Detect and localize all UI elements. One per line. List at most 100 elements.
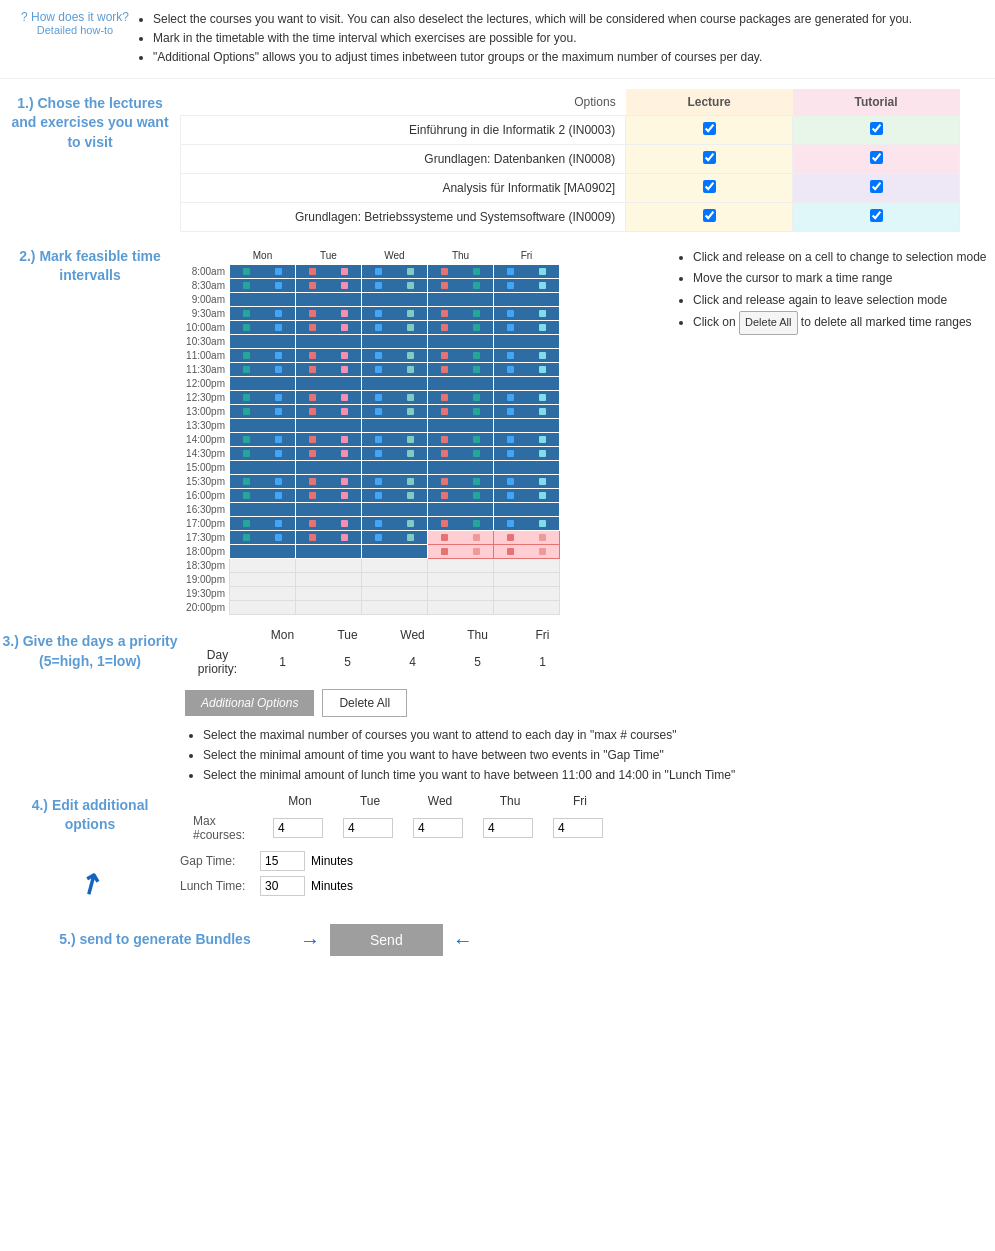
timetable-cell[interactable] <box>230 432 296 446</box>
timetable-cell[interactable] <box>362 292 428 306</box>
timetable-cell[interactable] <box>296 348 362 362</box>
timetable-cell[interactable] <box>230 418 296 432</box>
timetable-cell[interactable] <box>362 572 428 586</box>
timetable-cell[interactable] <box>230 516 296 530</box>
timetable-cell[interactable] <box>428 432 494 446</box>
timetable-cell[interactable] <box>230 320 296 334</box>
timetable-cell[interactable] <box>428 600 494 614</box>
timetable-cell[interactable] <box>362 544 428 558</box>
timetable-cell[interactable] <box>296 474 362 488</box>
timetable-cell[interactable] <box>230 586 296 600</box>
timetable-cell[interactable] <box>428 516 494 530</box>
timetable-cell[interactable] <box>230 306 296 320</box>
timetable-cell[interactable] <box>494 586 560 600</box>
timetable-cell[interactable] <box>494 516 560 530</box>
timetable-cell[interactable] <box>296 362 362 376</box>
timetable-cell[interactable] <box>428 264 494 278</box>
timetable-cell[interactable] <box>428 320 494 334</box>
tutorial-checkbox-cell[interactable] <box>793 144 960 173</box>
table-row[interactable]: 14:00pm <box>180 432 560 446</box>
timetable-cell[interactable] <box>296 600 362 614</box>
max-courses-input[interactable] <box>273 818 323 838</box>
timetable-cell[interactable] <box>296 488 362 502</box>
lunch-time-input[interactable] <box>260 876 305 896</box>
timetable-cell[interactable] <box>296 306 362 320</box>
tutorial-checkbox-cell[interactable] <box>793 202 960 231</box>
table-row[interactable]: 10:00am <box>180 320 560 334</box>
timetable-cell[interactable] <box>296 292 362 306</box>
lecture-checkbox-cell[interactable] <box>626 173 793 202</box>
timetable-cell[interactable] <box>494 390 560 404</box>
timetable-cell[interactable] <box>494 488 560 502</box>
timetable-cell[interactable] <box>494 474 560 488</box>
timetable-cell[interactable] <box>230 278 296 292</box>
lecture-checkbox-cell[interactable] <box>626 115 793 144</box>
timetable-cell[interactable] <box>296 544 362 558</box>
timetable-cell[interactable] <box>296 502 362 516</box>
table-row[interactable]: 8:00am <box>180 264 560 278</box>
timetable-cell[interactable] <box>428 376 494 390</box>
timetable-cell[interactable] <box>362 376 428 390</box>
timetable-cell[interactable] <box>362 348 428 362</box>
timetable-cell[interactable] <box>362 586 428 600</box>
timetable-cell[interactable] <box>230 292 296 306</box>
max-courses-cell[interactable] <box>405 811 475 845</box>
timetable-cell[interactable] <box>296 586 362 600</box>
timetable-cell[interactable] <box>362 320 428 334</box>
timetable-cell[interactable] <box>230 572 296 586</box>
timetable-cell[interactable] <box>494 572 560 586</box>
timetable-cell[interactable] <box>230 404 296 418</box>
gap-time-input[interactable] <box>260 851 305 871</box>
timetable-cell[interactable] <box>494 306 560 320</box>
timetable-cell[interactable] <box>230 600 296 614</box>
timetable-cell[interactable] <box>362 558 428 572</box>
timetable-cell[interactable] <box>428 544 494 558</box>
tutorial-checkbox[interactable] <box>870 209 883 222</box>
timetable-cell[interactable] <box>428 502 494 516</box>
timetable-cell[interactable] <box>428 572 494 586</box>
table-row[interactable]: 9:30am <box>180 306 560 320</box>
timetable-cell[interactable] <box>362 432 428 446</box>
max-courses-cell[interactable] <box>335 811 405 845</box>
send-button[interactable]: Send <box>330 924 443 956</box>
timetable-cell[interactable] <box>230 544 296 558</box>
timetable-cell[interactable] <box>428 362 494 376</box>
timetable-cell[interactable] <box>362 404 428 418</box>
max-courses-cell[interactable] <box>545 811 615 845</box>
timetable-cell[interactable] <box>494 530 560 544</box>
table-row[interactable]: 12:30pm <box>180 390 560 404</box>
timetable-cell[interactable] <box>494 418 560 432</box>
timetable-cell[interactable] <box>428 334 494 348</box>
timetable-cell[interactable] <box>428 446 494 460</box>
how-label[interactable]: ? How does it work? <box>15 10 135 24</box>
table-row[interactable]: 15:00pm <box>180 460 560 474</box>
table-row[interactable]: 8:30am <box>180 278 560 292</box>
timetable-cell[interactable] <box>362 460 428 474</box>
table-row[interactable]: 19:30pm <box>180 586 560 600</box>
timetable-cell[interactable] <box>494 292 560 306</box>
timetable-cell[interactable] <box>362 362 428 376</box>
timetable-cell[interactable] <box>296 376 362 390</box>
table-row[interactable]: 14:30pm <box>180 446 560 460</box>
timetable-cell[interactable] <box>494 404 560 418</box>
timetable-cell[interactable] <box>428 390 494 404</box>
lecture-checkbox-cell[interactable] <box>626 202 793 231</box>
timetable-cell[interactable] <box>362 488 428 502</box>
lecture-checkbox[interactable] <box>703 209 716 222</box>
timetable-cell[interactable] <box>230 558 296 572</box>
additional-options-button[interactable]: Additional Options <box>185 690 314 716</box>
timetable-cell[interactable] <box>362 264 428 278</box>
timetable-cell[interactable] <box>362 418 428 432</box>
timetable-cell[interactable] <box>296 390 362 404</box>
timetable-cell[interactable] <box>296 460 362 474</box>
timetable-cell[interactable] <box>494 348 560 362</box>
timetable-cell[interactable] <box>494 376 560 390</box>
table-row[interactable]: 16:00pm <box>180 488 560 502</box>
detailed-link[interactable]: Detailed how-to <box>15 24 135 36</box>
table-row[interactable]: 11:30am <box>180 362 560 376</box>
timetable-cell[interactable] <box>230 502 296 516</box>
max-courses-input[interactable] <box>553 818 603 838</box>
timetable-cell[interactable] <box>362 334 428 348</box>
timetable-cell[interactable] <box>362 446 428 460</box>
timetable-cell[interactable] <box>296 446 362 460</box>
